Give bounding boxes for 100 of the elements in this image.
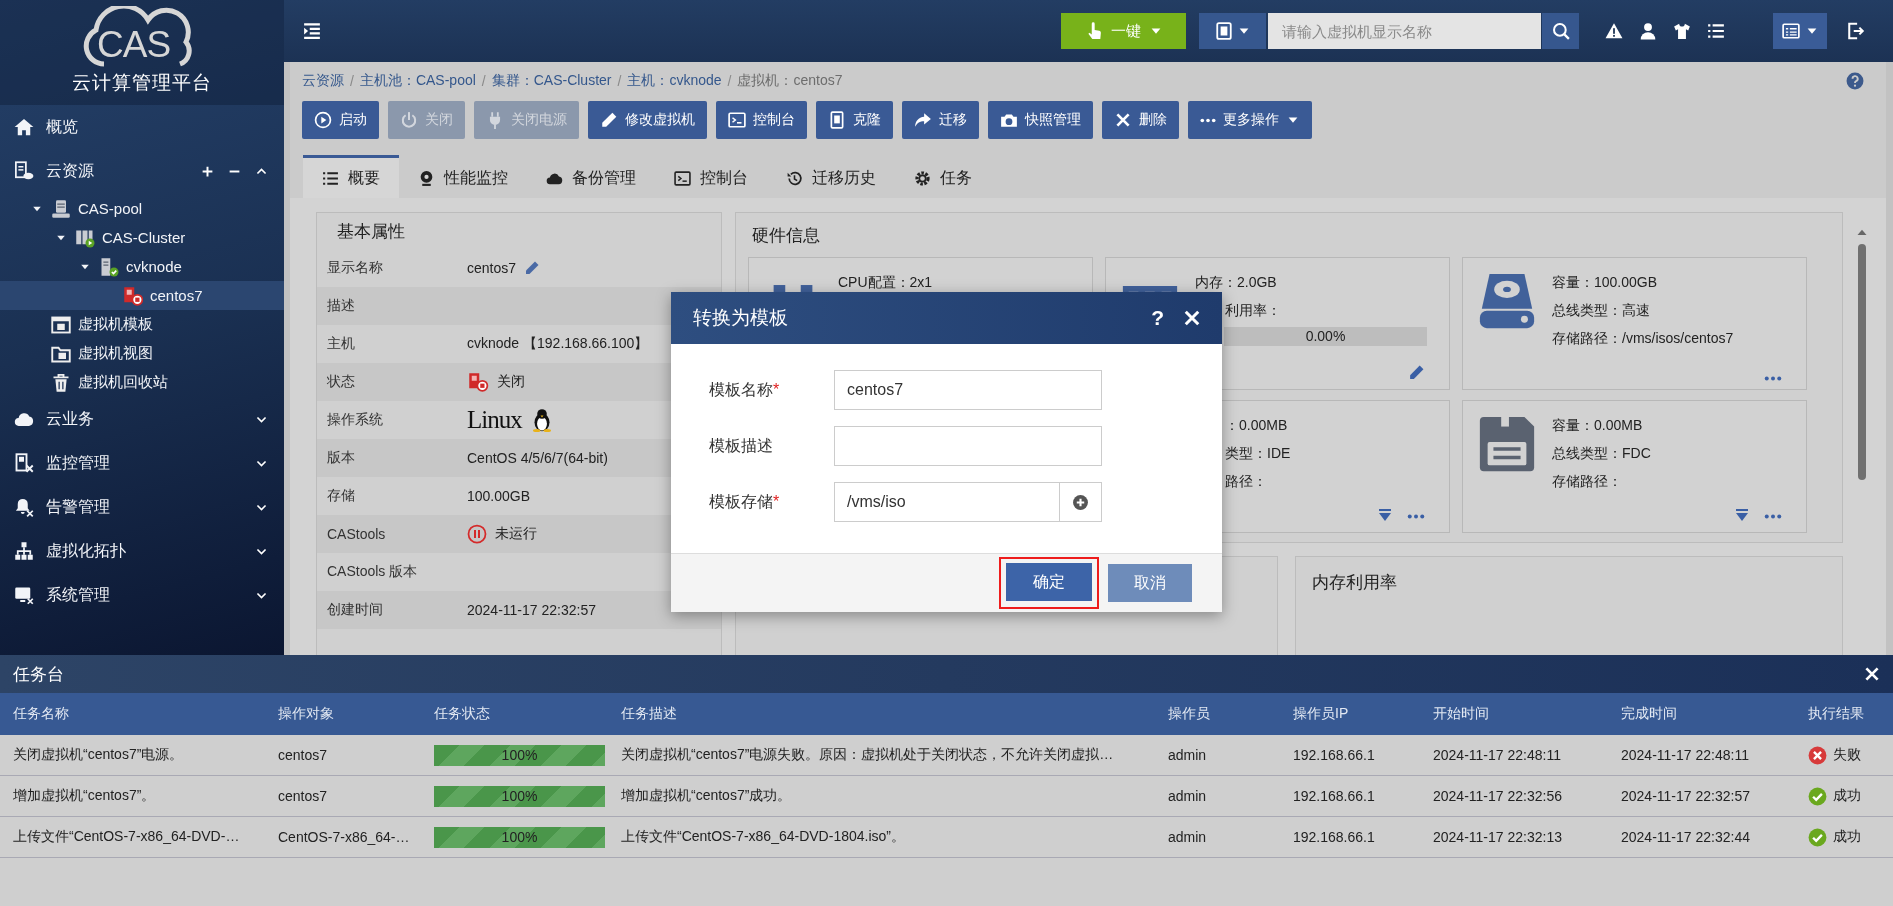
- tree-item[interactable]: centos7: [0, 281, 284, 310]
- more-icon[interactable]: [1764, 513, 1782, 519]
- toolbar-button[interactable]: 克隆: [816, 101, 893, 139]
- pencil-icon[interactable]: [1408, 364, 1425, 381]
- gear-icon: [914, 169, 931, 187]
- search-icon: [1551, 22, 1570, 40]
- search-button[interactable]: [1542, 13, 1579, 49]
- tab[interactable]: 迁移历史: [767, 155, 895, 198]
- tree-item[interactable]: 虚拟机回收站: [0, 368, 284, 397]
- input-field[interactable]: [834, 426, 1102, 466]
- tree-item[interactable]: 虚拟机模板: [0, 310, 284, 339]
- template-icon: [51, 314, 71, 335]
- close-icon[interactable]: [1863, 665, 1881, 683]
- property-value: CentOS 4/5/6/7(64-bit): [467, 450, 608, 466]
- help-button[interactable]: ?: [1151, 306, 1164, 330]
- hardware-info: ：0.00MB: [1224, 416, 1289, 435]
- table-cell-text: 192.168.66.1: [1292, 829, 1376, 845]
- tab[interactable]: 控制台: [655, 155, 767, 198]
- pencil-icon: [600, 111, 618, 129]
- column-header[interactable]: 完成时间: [1608, 705, 1795, 723]
- breadcrumb-link[interactable]: 主机：cvknode: [627, 72, 722, 90]
- toolbar-button[interactable]: 控制台: [716, 101, 807, 139]
- column-header[interactable]: 操作对象: [265, 705, 421, 723]
- property-label: 状态: [327, 373, 356, 391]
- input-field[interactable]: centos7: [834, 370, 1102, 410]
- table-cell-text: 2024-11-17 22:48:11: [1432, 747, 1562, 763]
- nav-item[interactable]: 概览: [0, 105, 284, 149]
- table-cell-text: 2024-11-17 22:32:56: [1432, 788, 1563, 804]
- nav-item[interactable]: 云资源: [0, 149, 284, 193]
- nav-item[interactable]: 监控管理: [0, 441, 284, 485]
- input-field[interactable]: /vms/iso: [834, 482, 1060, 522]
- warning-icon[interactable]: [1605, 22, 1623, 40]
- list-icon[interactable]: [1707, 22, 1725, 40]
- tree-item[interactable]: cvknode: [0, 252, 284, 281]
- pause-circle-icon: [467, 524, 487, 544]
- desktop-icon: [14, 585, 34, 605]
- toolbar-button[interactable]: 修改虚拟机: [588, 101, 707, 139]
- more-icon: [1200, 117, 1216, 123]
- table-cell-text: 2024-11-17 22:32:44: [1620, 829, 1751, 845]
- user-icon[interactable]: [1639, 22, 1657, 40]
- nav-item[interactable]: 告警管理: [0, 485, 284, 529]
- os-logo-text: Linux: [467, 406, 522, 434]
- view-dropdown[interactable]: [1773, 13, 1827, 49]
- nav-item[interactable]: 云业务: [0, 397, 284, 441]
- column-header[interactable]: 操作员IP: [1280, 705, 1420, 723]
- table-cell-text: 上传文件“CentOS-7-x86_64-DVD-1804.iso”。: [620, 828, 906, 846]
- toolbar-button[interactable]: 删除: [1102, 101, 1179, 139]
- breadcrumb-link[interactable]: 集群：CAS-Cluster: [491, 72, 612, 90]
- server-cloud-icon: [14, 161, 34, 181]
- tab[interactable]: 任务: [895, 155, 991, 198]
- breadcrumb-link[interactable]: 云资源: [302, 72, 344, 90]
- column-header[interactable]: 执行结果: [1795, 705, 1893, 723]
- breadcrumb-link[interactable]: 主机池：CAS-pool: [359, 72, 476, 90]
- table-cell-text: 2024-11-17 22:32:13: [1432, 829, 1563, 845]
- property-label: 操作系统: [327, 411, 384, 429]
- menu-icon[interactable]: [302, 22, 322, 40]
- vm-stopped-icon: [123, 285, 143, 306]
- column-header[interactable]: 开始时间: [1420, 705, 1608, 723]
- breadcrumb-separator: /: [727, 73, 732, 89]
- add-button[interactable]: [1060, 482, 1102, 522]
- tab[interactable]: 备份管理: [527, 155, 655, 198]
- confirm-button[interactable]: 确定: [1006, 563, 1092, 601]
- nav-item[interactable]: 系统管理: [0, 573, 284, 617]
- close-icon[interactable]: [1182, 308, 1202, 328]
- help-icon[interactable]: [1846, 72, 1864, 90]
- toolbar-button[interactable]: 启动: [302, 101, 379, 139]
- hardware-info: 内存：2.0GB: [1195, 273, 1278, 292]
- shirt-icon[interactable]: [1673, 22, 1691, 40]
- more-icon[interactable]: [1407, 513, 1425, 519]
- tree-item[interactable]: 虚拟机视图: [0, 339, 284, 368]
- logout-icon[interactable]: [1847, 22, 1865, 40]
- toolbar-button[interactable]: 快照管理: [988, 101, 1093, 139]
- field-label: 模板存储*: [709, 491, 781, 512]
- property-label: 版本: [327, 449, 356, 467]
- toolbar-button[interactable]: 迁移: [902, 101, 979, 139]
- column-header[interactable]: 任务描述: [608, 705, 1155, 723]
- field-label: 模板描述: [709, 435, 774, 456]
- hardware-info: 利用率：: [1224, 301, 1282, 320]
- tab[interactable]: 概要: [303, 155, 399, 198]
- column-header[interactable]: 任务名称: [0, 705, 265, 723]
- hardware-info: 总线类型：高速: [1552, 301, 1651, 320]
- vm-filter-dropdown[interactable]: [1199, 13, 1266, 49]
- tab[interactable]: 性能监控: [399, 155, 527, 198]
- add-icon[interactable]: [201, 164, 214, 178]
- hardware-info: 容量：100.00GB: [1552, 273, 1659, 292]
- nav-item[interactable]: 虚拟化拓扑: [0, 529, 284, 573]
- column-header[interactable]: 操作员: [1155, 705, 1280, 723]
- usage-reading: 0.00%: [1304, 328, 1347, 344]
- cancel-button[interactable]: 取消: [1108, 564, 1192, 602]
- search-field[interactable]: 请输入虚拟机显示名称: [1268, 13, 1541, 49]
- toolbar-button[interactable]: 更多操作: [1188, 101, 1312, 139]
- panel-title: 基本属性: [336, 220, 406, 243]
- tree-item[interactable]: CAS-pool: [0, 194, 284, 223]
- pencil-icon[interactable]: [524, 260, 541, 276]
- trash-icon: [51, 372, 71, 393]
- table-cell-text: 增加虚拟机“centos7”成功。: [620, 787, 793, 805]
- home-icon: [14, 117, 34, 137]
- more-icon[interactable]: [1764, 376, 1782, 381]
- tree-item[interactable]: CAS-Cluster: [0, 223, 284, 252]
- column-header[interactable]: 任务状态: [421, 705, 608, 723]
